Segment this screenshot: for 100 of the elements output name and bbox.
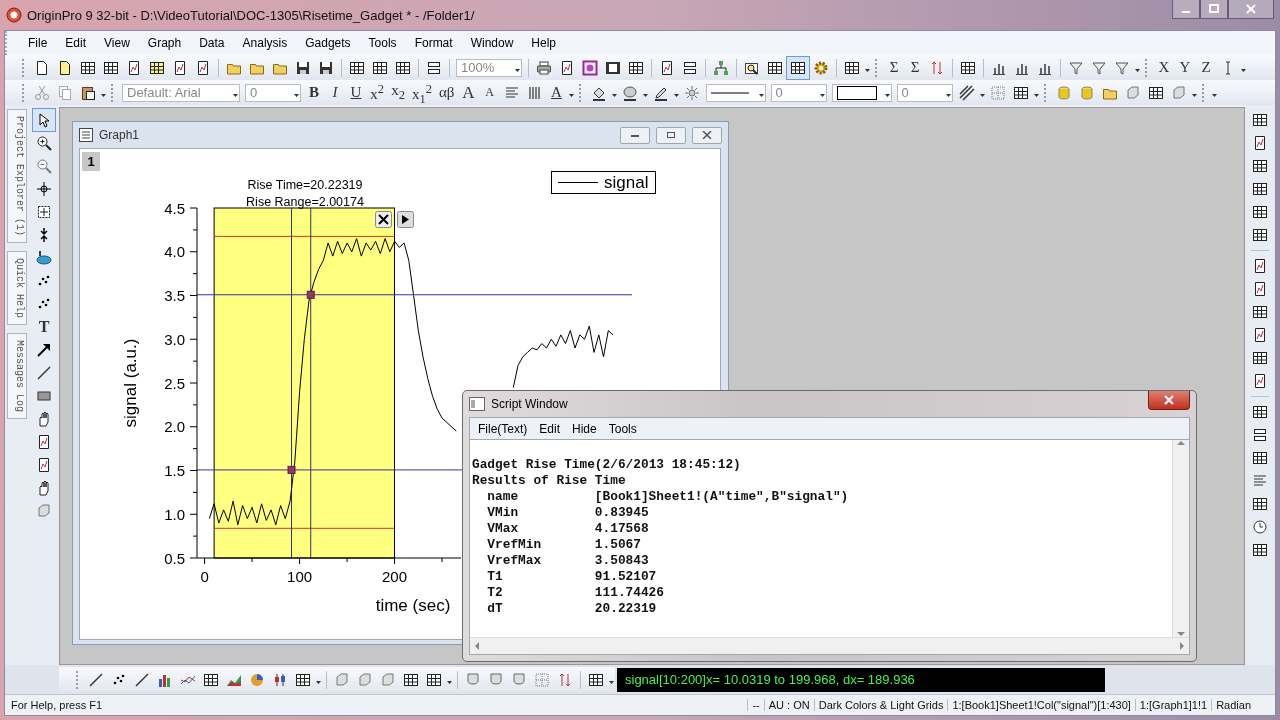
line-style-combo[interactable] (705, 83, 766, 102)
menu-item[interactable]: Tools (602, 419, 643, 438)
annotation-text: Rise Range=2.00174 (246, 195, 364, 209)
result-value: 111.74426 (594, 585, 664, 601)
line-width-combo[interactable]: 0 (770, 83, 827, 102)
table-icon[interactable] (787, 56, 809, 79)
subscript-button[interactable]: x$_{2}$ (388, 81, 408, 104)
legend-box[interactable] (551, 171, 656, 194)
font-color-button[interactable]: A (546, 81, 567, 104)
output-line: Results of Rise Time (472, 473, 627, 489)
result-value: 0.83945 (594, 505, 649, 521)
pattern-width-combo[interactable]: 0 (896, 83, 953, 102)
scroll-left-icon[interactable] (474, 642, 480, 650)
greek-button[interactable]: αβ (436, 81, 458, 104)
result-name: T1 (486, 569, 504, 585)
tick-label: 200 (382, 568, 408, 585)
axis-title: signal (a.u.) (121, 338, 140, 428)
font-grow-button[interactable]: A (458, 81, 479, 104)
annotation-text: Rise Time=20.22319 (247, 178, 363, 192)
play-icon[interactable] (397, 211, 414, 228)
menu-item[interactable]: Gadgets (298, 34, 358, 52)
menu-item[interactable]: Hide (566, 419, 603, 438)
zoom-combo[interactable]: 100% (456, 58, 522, 77)
bold-button[interactable]: B (304, 81, 324, 104)
menu-item[interactable]: Edit (533, 419, 567, 438)
line-sample-icon (710, 90, 749, 95)
dock-tab[interactable]: Project Explorer (1) (7, 109, 27, 244)
menu-item[interactable]: Graph (140, 34, 189, 52)
z-button[interactable]: Z (1196, 56, 1216, 79)
underline-button[interactable]: U (346, 81, 366, 104)
font-size-combo[interactable]: 0 (245, 83, 301, 102)
dock-tab[interactable]: Messages Log (7, 333, 27, 420)
minimize-button[interactable] (1172, 0, 1200, 19)
tick-label: 0 (200, 568, 209, 585)
tick-label: 2.5 (164, 374, 185, 392)
menu-item[interactable]: Edit (58, 34, 94, 52)
menu-item[interactable]: Analysis (235, 34, 295, 52)
result-value: 3.50843 (594, 553, 649, 569)
close-button[interactable] (692, 126, 722, 144)
result-value: 4.17568 (594, 521, 649, 537)
range-highlight[interactable] (213, 207, 396, 559)
result-name: VrefMax (486, 553, 543, 569)
legend-label: signal (604, 173, 649, 192)
sum-button[interactable]: Σ (905, 56, 925, 79)
minimize-icon (1181, 10, 1191, 14)
data-marker[interactable] (287, 465, 296, 474)
menu-item[interactable]: Format (407, 34, 460, 52)
status-pane: 1:[Graph1]1!1 (1134, 699, 1212, 711)
minimize-button[interactable] (620, 126, 650, 144)
close-button[interactable] (1148, 391, 1190, 410)
axis-title: time (sec) (375, 596, 451, 615)
text-tool-button[interactable]: T (34, 316, 54, 338)
restore-icon (666, 131, 676, 139)
minimize-icon (630, 132, 640, 138)
tick-label: 3.0 (164, 330, 185, 348)
sum-button[interactable]: Σ (884, 56, 904, 79)
menu-item[interactable]: Data (192, 34, 232, 52)
close-icon[interactable] (375, 211, 392, 228)
status-pane: Dark Colors & Light Grids (813, 699, 948, 711)
result-name: VMax (486, 521, 520, 537)
x-button[interactable]: X (1154, 56, 1174, 79)
result-name: dT (486, 601, 504, 617)
close-button[interactable] (1228, 0, 1274, 19)
window-title: OriginPro 9 32-bit - D:\VideoTutorial\DOC-1305\Risetime_Gadget * - /Folder1/ (27, 7, 476, 23)
status-pane: -- (747, 699, 764, 711)
tick-label: 1.5 (164, 462, 185, 479)
status-pane: Radian (1211, 699, 1255, 711)
close-icon (1246, 4, 1256, 14)
superscript-button[interactable]: x$^{2}$ (367, 81, 387, 104)
menu-item[interactable]: Window (463, 34, 521, 52)
status-pane: AU : ON (763, 699, 814, 711)
y-button[interactable]: Y (1175, 56, 1195, 79)
font-combo[interactable]: Default: Arial (122, 83, 240, 102)
menu-item[interactable]: Help (524, 34, 563, 52)
window-title: Script Window (491, 397, 569, 411)
dock-tab[interactable]: Quick Help (7, 251, 27, 326)
cursor-line[interactable] (310, 207, 312, 559)
menu-item[interactable]: File(Text) (472, 419, 534, 438)
scroll-right-icon[interactable] (1179, 642, 1185, 650)
menu-item[interactable]: Tools (361, 34, 404, 52)
result-value: 1.5067 (594, 537, 641, 553)
result-value: [Book1]Sheet1!(A"time",B"signal") (594, 489, 849, 505)
layer-tab[interactable]: 1 (82, 152, 100, 171)
app-icon (6, 7, 22, 23)
tick-label: 2.0 (164, 418, 185, 436)
menu-item[interactable]: File (21, 34, 55, 52)
font-shrink-button[interactable]: A (479, 81, 500, 104)
tick-label: 4.0 (164, 243, 185, 261)
data-marker[interactable] (306, 290, 315, 299)
pointer-icon[interactable] (33, 109, 55, 131)
maximize-button[interactable] (1200, 0, 1228, 19)
restore-button[interactable] (656, 126, 686, 144)
close-icon (702, 131, 712, 139)
italic-button[interactable]: I (325, 81, 345, 104)
menu-item[interactable]: View (97, 34, 137, 52)
border-combo[interactable] (831, 83, 892, 102)
result-name: VrefMin (486, 537, 543, 553)
result-name: name (486, 489, 520, 505)
output-line: Gadget Rise Time(2/6/2013 18:45:12) (472, 457, 742, 473)
tick-label: 100 (287, 568, 313, 585)
